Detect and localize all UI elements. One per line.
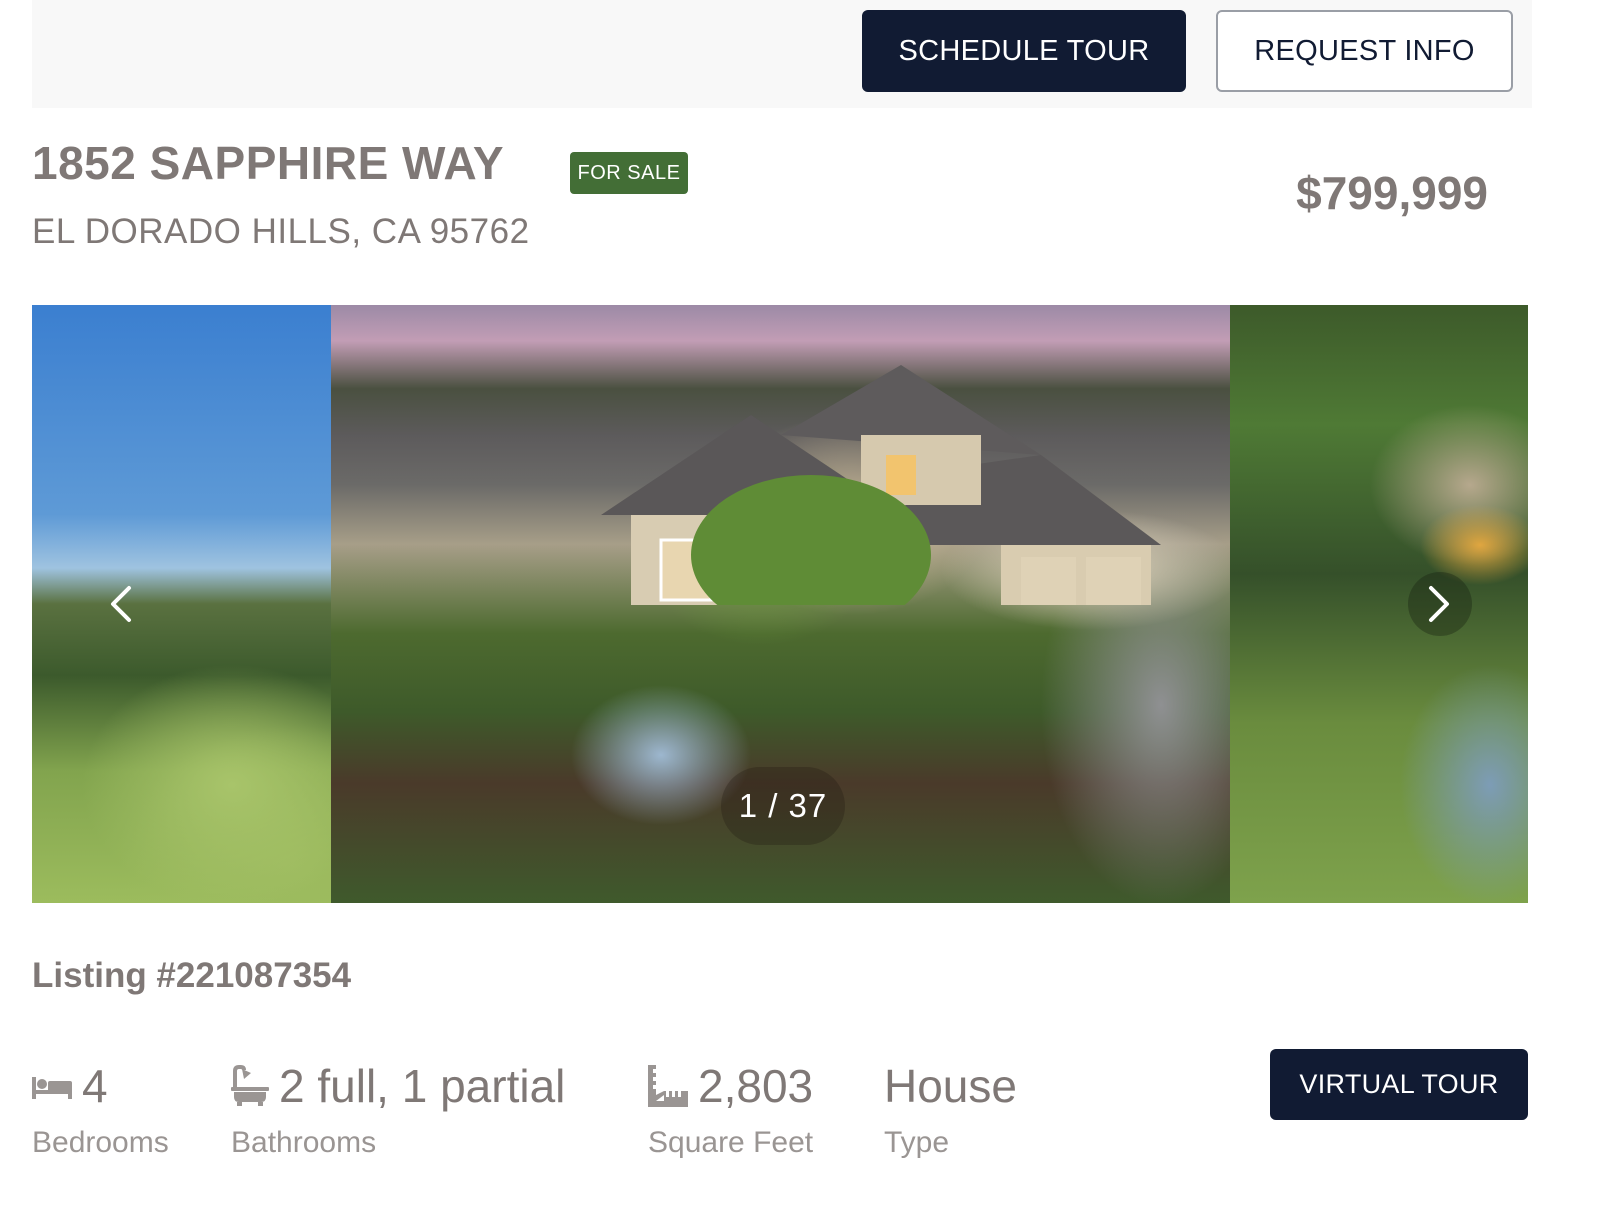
house-illustration xyxy=(601,365,1161,605)
bedrooms-value: 4 xyxy=(82,1060,108,1112)
stat-square-feet: 2,803 Square Feet xyxy=(648,1058,813,1160)
square-feet-label: Square Feet xyxy=(648,1126,814,1159)
property-city: EL DORADO HILLS, CA 95762 xyxy=(32,212,530,251)
photo-gallery: 1 / 37 xyxy=(32,305,1528,903)
virtual-tour-button[interactable]: VIRTUAL TOUR xyxy=(1270,1049,1528,1120)
bathrooms-label: Bathrooms xyxy=(231,1126,377,1159)
bed-icon xyxy=(32,1073,72,1099)
stat-bedrooms: 4 Bedrooms xyxy=(32,1058,169,1160)
request-info-button[interactable]: REQUEST INFO xyxy=(1216,10,1513,92)
property-address: 1852 SAPPHIRE WAY xyxy=(32,137,505,189)
property-type-label: Type xyxy=(884,1126,950,1159)
gallery-photo-next[interactable] xyxy=(1230,305,1528,903)
photo-counter: 1 / 37 xyxy=(721,767,845,845)
ruler-icon xyxy=(648,1065,688,1107)
property-price: $799,999 xyxy=(1296,167,1488,219)
stat-property-type: House Type xyxy=(884,1058,1017,1160)
gallery-photo-previous[interactable] xyxy=(32,305,331,903)
bathtub-icon xyxy=(231,1065,269,1107)
listing-number: Listing #221087354 xyxy=(32,956,352,995)
chevron-left-icon xyxy=(111,586,131,622)
property-type-value: House xyxy=(884,1060,1017,1112)
chevron-right-icon xyxy=(1429,586,1449,622)
stat-bathrooms: 2 full, 1 partial Bathrooms xyxy=(231,1058,565,1160)
schedule-tour-button[interactable]: SCHEDULE TOUR xyxy=(862,10,1186,92)
status-badge: FOR SALE xyxy=(570,152,688,194)
gallery-next-button[interactable] xyxy=(1408,572,1472,636)
gallery-prev-button[interactable] xyxy=(88,572,152,636)
square-feet-value: 2,803 xyxy=(698,1060,814,1112)
bedrooms-label: Bedrooms xyxy=(32,1126,169,1159)
bathrooms-value: 2 full, 1 partial xyxy=(279,1060,566,1112)
